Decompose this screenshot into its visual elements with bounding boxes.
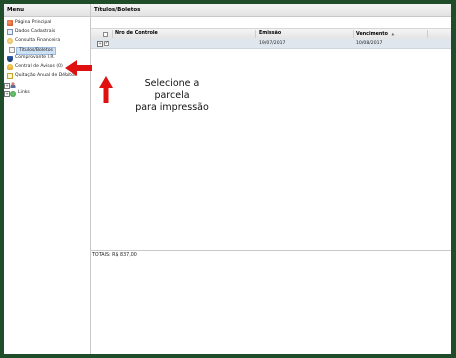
column-divider [255, 30, 256, 38]
money-icon [7, 37, 13, 44]
menu-item-user[interactable]: + [4, 81, 90, 90]
menu-item-comprovante-ir[interactable]: Comprovante I.R. [4, 54, 90, 63]
document-icon [7, 29, 13, 36]
sort-ascending-icon: ▲ [391, 32, 395, 36]
column-divider [112, 30, 113, 38]
menu-item-dados-cadastrais[interactable]: Dados Cadastrais [4, 28, 90, 37]
menu-item-consulta-financeira[interactable]: Consulta Financeira [4, 37, 90, 46]
menu-item-label: Dados Cadastrais [15, 28, 56, 34]
menu-item-label: Links [18, 90, 30, 96]
row-checkbox[interactable]: ✓ [104, 41, 109, 46]
content-panel: Títulos/Boletos Nro de Controle Emissão … [91, 4, 451, 354]
row-expand-icon[interactable]: + [97, 41, 103, 47]
page-title: Títulos/Boletos [91, 4, 451, 17]
totals-label: TOTAIS: R$ 837,00 [91, 250, 451, 258]
table-row[interactable]: + ✓ 19/07/2017 10/08/2017 [91, 39, 451, 49]
menu-item-titulos-boletos[interactable]: Títulos/Boletos [4, 45, 90, 55]
invoice-icon [7, 73, 13, 80]
column-divider [353, 30, 354, 38]
menu-item-label: Central de Avisos (0) [15, 63, 63, 69]
page-icon [9, 46, 15, 53]
links-icon [10, 90, 16, 97]
menu-item-label: Comprovante I.R. [15, 55, 55, 61]
menu-item-pagina-principal[interactable]: Página Principal [4, 19, 90, 28]
column-divider [427, 30, 428, 38]
menu-item-central-de-avisos[interactable]: Central de Avisos (0) [4, 63, 90, 72]
cell-emissao: 19/07/2017 [259, 41, 286, 46]
menu-panel: Menu Página Principal Dados Cadastrais C… [4, 4, 91, 354]
select-all-checkbox[interactable] [103, 31, 108, 37]
menu-item-label: Consulta Financeira [15, 37, 61, 43]
menu-item-label: Quitação Anual de Débitos [15, 72, 77, 78]
column-header-vencimento[interactable]: Vencimento ▲ [356, 29, 394, 39]
menu-list: Página Principal Dados Cadastrais Consul… [4, 17, 90, 98]
bell-icon [7, 64, 13, 71]
menu-item-links[interactable]: + Links [4, 89, 90, 98]
shield-icon [7, 55, 13, 62]
column-header-nro-controle[interactable]: Nro de Controle [115, 29, 158, 39]
menu-item-label: Página Principal [15, 20, 52, 25]
column-header-label: Vencimento [356, 32, 388, 37]
instruction-line-2: para impressão [135, 102, 209, 113]
instruction-callout: Selecione a parcela para impressão [127, 78, 217, 114]
menu-title: Menu [4, 4, 90, 17]
instruction-line-1: Selecione a parcela [144, 78, 200, 101]
column-header-emissao[interactable]: Emissão [259, 29, 281, 39]
menu-item-quitacao-anual[interactable]: Quitação Anual de Débitos [4, 72, 90, 81]
app-window: Menu Página Principal Dados Cadastrais C… [4, 4, 451, 354]
home-icon [7, 20, 13, 27]
cell-vencimento: 10/08/2017 [356, 41, 383, 46]
user-icon [10, 81, 16, 88]
